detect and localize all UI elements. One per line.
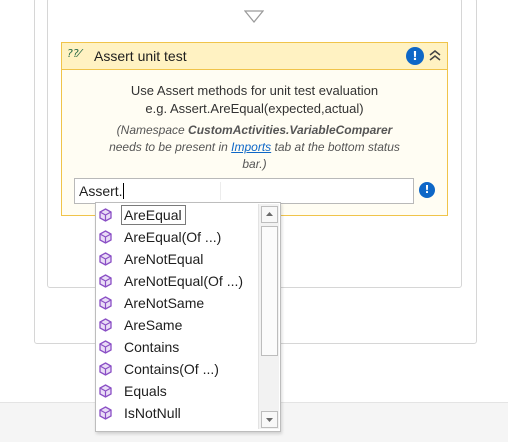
method-icon	[99, 230, 112, 244]
text-caret	[122, 183, 124, 199]
imports-link[interactable]: Imports	[231, 140, 271, 154]
namespace-note-line2: needs to be present in Imports tab at th…	[109, 140, 400, 154]
scroll-up-button[interactable]	[261, 206, 278, 223]
autocomplete-item[interactable]: Contains	[98, 337, 258, 358]
autocomplete-item[interactable]: AreSame	[98, 315, 258, 336]
example-line: e.g. Assert.AreEqual(expected,actual)	[145, 101, 364, 116]
scroll-down-button[interactable]	[261, 411, 278, 428]
scroll-thumb[interactable]	[261, 226, 278, 356]
method-icon	[99, 296, 112, 310]
input-divider	[220, 182, 221, 200]
namespace-note: (Namespace CustomActivities.VariableComp…	[116, 123, 393, 137]
flow-arrow-down-icon	[244, 10, 264, 23]
autocomplete-item-label: AreSame	[124, 317, 183, 333]
collapse-icon[interactable]	[427, 48, 443, 64]
autocomplete-item-label: IsNotNull	[124, 405, 181, 421]
autocomplete-item-label: AreEqual	[121, 205, 186, 225]
method-icon	[99, 406, 112, 420]
activity-title[interactable]: Assert unit test	[94, 48, 187, 64]
method-icon	[99, 208, 112, 222]
scroll-down-arrow-icon	[266, 418, 273, 422]
assert-activity-card[interactable]: ??⁄ Assert unit test ! Use Assert method…	[61, 42, 448, 216]
activity-header[interactable]: ??⁄ Assert unit test !	[62, 43, 447, 70]
autocomplete-item-label: AreNotEqual(Of ...)	[124, 273, 244, 289]
scroll-up-arrow-icon	[266, 212, 273, 216]
autocomplete-item[interactable]: AreNotSame	[98, 293, 258, 314]
autocomplete-item[interactable]: AreNotEqual	[98, 249, 258, 270]
autocomplete-item-label: Contains	[124, 339, 180, 355]
autocomplete-item[interactable]: Equals	[98, 381, 258, 402]
expression-input[interactable]: Assert.	[74, 178, 414, 204]
autocomplete-item-label: Contains(Of ...)	[124, 361, 219, 377]
autocomplete-item[interactable]: Contains(Of ...)	[98, 359, 258, 380]
autocomplete-item-label: AreNotEqual	[124, 251, 204, 267]
autocomplete-item[interactable]: AreEqual(Of ...)	[98, 227, 258, 248]
autocomplete-item[interactable]: IsNotNull	[98, 403, 258, 424]
autocomplete-dropdown[interactable]: AreEqual AreEqual(Of ...) AreNotEqual AreNo…	[95, 202, 281, 432]
namespace-name: CustomActivities.VariableComparer	[188, 123, 393, 137]
autocomplete-item-label: Equals	[124, 383, 167, 399]
method-icon	[99, 318, 112, 332]
namespace-note-line3: bar.)	[242, 157, 267, 171]
autocomplete-item[interactable]: AreEqual	[98, 205, 258, 226]
method-icon	[99, 362, 112, 376]
warning-icon[interactable]: !	[406, 47, 424, 65]
expression-value[interactable]: Assert.	[79, 183, 124, 199]
expression-warning-icon[interactable]: !	[419, 182, 435, 198]
autocomplete-item[interactable]: AreNotEqual(Of ...)	[98, 271, 258, 292]
description-line: Use Assert methods for unit test evaluat…	[130, 83, 379, 98]
dropdown-scrollbar[interactable]	[258, 204, 279, 429]
method-icon	[99, 340, 112, 354]
autocomplete-item-label: AreNotSame	[124, 295, 205, 311]
method-icon	[99, 252, 112, 266]
activity-type-icon: ??⁄	[67, 47, 81, 60]
autocomplete-item-label: AreEqual(Of ...)	[124, 229, 222, 245]
method-icon	[99, 274, 112, 288]
method-icon	[99, 384, 112, 398]
